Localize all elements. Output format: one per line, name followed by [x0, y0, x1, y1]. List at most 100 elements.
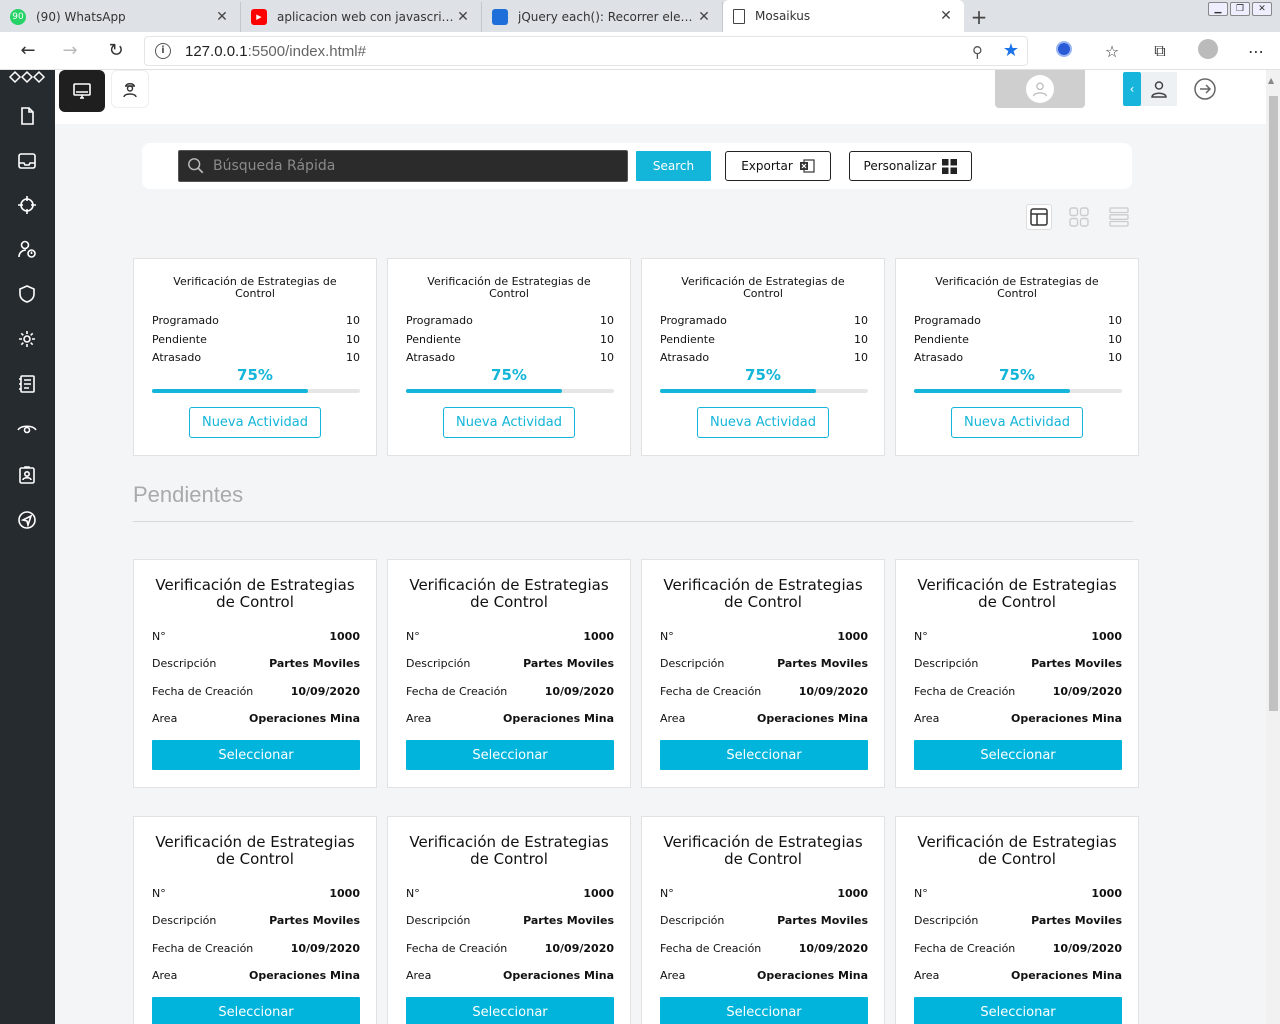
quick-search-input[interactable]: Búsqueda Rápida [178, 150, 628, 182]
search-toolbar: Búsqueda Rápida Search Exportar Personal… [142, 143, 1132, 189]
progress-bar [660, 389, 868, 393]
stat-row: Pendiente 10 [406, 333, 614, 346]
select-button[interactable]: Seleccionar [914, 740, 1122, 770]
inbox-icon[interactable] [14, 148, 40, 174]
close-icon[interactable]: ✕ [696, 9, 712, 25]
new-tab-button[interactable]: + [964, 2, 994, 32]
settings-gear-icon[interactable] [14, 326, 40, 352]
tab-youtube[interactable]: ▶ aplicacion web con javascript pur ✕ [241, 2, 482, 32]
eye-icon[interactable] [14, 416, 40, 442]
close-icon[interactable]: ✕ [214, 9, 230, 25]
progress-percent: 75% [999, 366, 1035, 384]
scroll-up-arrow[interactable]: ▲ [1268, 76, 1274, 85]
notebook-icon[interactable] [14, 371, 40, 397]
field-row: N° 1000 [660, 887, 868, 900]
field-label: Descripción [914, 914, 979, 927]
send-icon[interactable] [14, 507, 40, 533]
info-icon[interactable]: i [155, 43, 171, 59]
tab-title: (90) WhatsApp [36, 10, 126, 24]
progress-percent: 75% [491, 366, 527, 384]
field-value: 10/09/2020 [798, 685, 868, 698]
address-toolbar: ← → ↻ i 127.0.0.1:5500/index.html# ⚲ ★ ☆… [0, 32, 1280, 70]
search-button[interactable]: Search [636, 151, 711, 181]
new-activity-button[interactable]: Nueva Actividad [189, 407, 321, 438]
collections-icon[interactable]: ⧉ [1136, 41, 1184, 61]
summary-card: Verificación de Estrategias de Control P… [641, 258, 885, 456]
tab-jquery[interactable]: jQuery each(): Recorrer elemento ✕ [482, 2, 723, 32]
profile-avatar[interactable] [1184, 39, 1232, 63]
url-bar[interactable]: i 127.0.0.1:5500/index.html# ⚲ ★ [144, 36, 1028, 66]
table-layout-icon [1030, 208, 1048, 226]
field-row: Descripción Partes Moviles [660, 657, 868, 670]
select-button[interactable]: Seleccionar [152, 740, 360, 770]
field-value: Operaciones Mina [1010, 969, 1122, 982]
user-alert-icon[interactable] [14, 236, 40, 262]
search-icon [188, 158, 204, 174]
field-label: N° [406, 887, 420, 900]
back-button[interactable]: ← [8, 33, 48, 69]
field-row: N° 1000 [914, 630, 1122, 643]
logout-button[interactable] [1185, 72, 1225, 106]
close-icon[interactable]: ✕ [455, 9, 471, 25]
crosshair-icon[interactable] [14, 192, 40, 218]
shield-icon[interactable] [14, 281, 40, 307]
favorites-icon[interactable]: ☆ [1088, 42, 1136, 61]
select-button[interactable]: Seleccionar [152, 997, 360, 1024]
badge-icon[interactable] [14, 462, 40, 488]
field-row: Area Operaciones Mina [406, 969, 614, 982]
worker-view-button[interactable] [111, 70, 149, 108]
new-activity-button[interactable]: Nueva Actividad [443, 407, 575, 438]
field-value: Partes Moviles [523, 657, 614, 670]
field-row: Descripción Partes Moviles [914, 657, 1122, 670]
document-icon [733, 8, 745, 24]
favorite-star-icon[interactable]: ★ [1003, 40, 1019, 61]
scroll-thumb[interactable] [1269, 96, 1278, 711]
page-scrollbar[interactable]: ▲ [1266, 70, 1280, 1024]
user-profile-button[interactable] [1141, 72, 1177, 106]
new-activity-button[interactable]: Nueva Actividad [951, 407, 1083, 438]
extension-icon[interactable] [1040, 41, 1088, 61]
stat-label: Pendiente [406, 333, 461, 346]
desktop-view-button[interactable] [59, 70, 105, 112]
restore-button[interactable]: ❐ [1230, 2, 1250, 16]
stat-value: 10 [600, 314, 614, 327]
select-button[interactable]: Seleccionar [660, 740, 868, 770]
new-activity-button[interactable]: Nueva Actividad [697, 407, 829, 438]
field-label: Area [406, 969, 432, 982]
tab-whatsapp[interactable]: 90 (90) WhatsApp ✕ [0, 2, 241, 32]
field-value: Partes Moviles [269, 657, 360, 670]
document-icon[interactable] [14, 103, 40, 129]
select-button[interactable]: Seleccionar [914, 997, 1122, 1024]
close-icon[interactable]: ✕ [938, 8, 954, 24]
field-label: Fecha de Creación [914, 942, 1016, 955]
list-view-button[interactable] [1106, 204, 1132, 230]
forward-button[interactable]: → [50, 33, 90, 69]
pending-card: Verificación de Estrategias de Control N°… [895, 816, 1139, 1024]
field-row: Fecha de Creación 10/09/2020 [406, 942, 614, 955]
stat-value: 10 [854, 351, 868, 364]
progress-bar [914, 389, 1122, 393]
select-button[interactable]: Seleccionar [660, 997, 868, 1024]
pending-card: Verificación de Estrategias de Control N°… [133, 816, 377, 1024]
stat-label: Atrasado [406, 351, 456, 364]
export-label: Exportar [741, 159, 793, 173]
tab-title: Mosaikus [755, 9, 811, 23]
more-menu-icon[interactable]: ⋯ [1232, 42, 1280, 61]
select-button[interactable]: Seleccionar [406, 997, 614, 1024]
monitor-icon [73, 83, 91, 99]
stat-label: Pendiente [660, 333, 715, 346]
collapse-panel-button[interactable]: ‹ [1123, 72, 1141, 106]
stat-value: 10 [1108, 333, 1122, 346]
zoom-icon[interactable]: ⚲ [972, 43, 983, 61]
minimize-button[interactable]: ▁ [1208, 2, 1228, 16]
reload-button[interactable]: ↻ [96, 33, 136, 69]
customize-button[interactable]: Personalizar [849, 151, 972, 181]
export-button[interactable]: Exportar [725, 151, 831, 181]
table-view-button[interactable] [1026, 204, 1052, 230]
tab-mosaikus[interactable]: Mosaikus ✕ [723, 0, 964, 32]
close-window-button[interactable]: ✕ [1252, 2, 1272, 16]
grid-view-button[interactable] [1066, 204, 1092, 230]
list-view-icon [1109, 207, 1129, 227]
stat-value: 10 [346, 314, 360, 327]
select-button[interactable]: Seleccionar [406, 740, 614, 770]
